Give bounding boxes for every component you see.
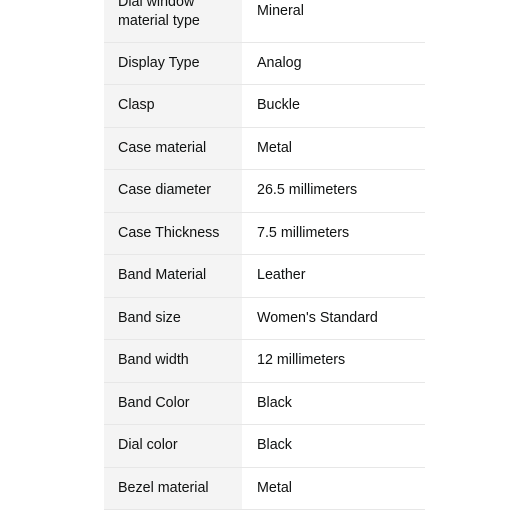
spec-value-cell: 26.5 millimeters (242, 169, 425, 213)
vertical-scrollbar-track[interactable] (429, 0, 436, 527)
spec-value-cell: Women's Standard (242, 297, 425, 340)
table-row: Case Thickness 7.5 millimeters (104, 212, 425, 255)
table-row: Band size Women's Standard (104, 297, 425, 340)
spec-value-cell: Metal (242, 467, 425, 510)
product-specification-table: Dial window material type Mineral Display … (104, 0, 425, 510)
spec-label-cell: Case material (104, 127, 242, 170)
spec-value-cell: Leather (242, 254, 425, 298)
spec-label-cell: Clasp (104, 84, 242, 128)
spec-value-cell: Buckle (242, 84, 425, 128)
spec-value-cell: Black (242, 382, 425, 425)
table-row: Clasp Buckle (104, 84, 425, 128)
table-row: Case diameter 26.5 millimeters (104, 169, 425, 213)
spec-label-cell: Band Material (104, 254, 242, 298)
spec-value-cell: 12 millimeters (242, 339, 425, 383)
spec-label-cell: Bezel material (104, 467, 242, 510)
spec-value-cell: Mineral (242, 0, 425, 43)
spec-label-cell: Band width (104, 339, 242, 383)
spec-label-cell: Case Thickness (104, 212, 242, 255)
spec-table-scroll-pane[interactable]: Dial window material type Mineral Display … (104, 0, 425, 527)
spec-label-cell: Case diameter (104, 169, 242, 213)
table-row: Display Type Analog (104, 42, 425, 85)
spec-label-cell: Dial color (104, 424, 242, 468)
spec-label-cell: Dial window material type (104, 0, 242, 43)
table-row: Band Material Leather (104, 254, 425, 298)
table-row: Band Color Black (104, 382, 425, 425)
table-row: Bezel material Metal (104, 467, 425, 510)
spec-value-cell: Metal (242, 127, 425, 170)
table-row: Dial color Black (104, 424, 425, 468)
spec-label-cell: Band size (104, 297, 242, 340)
table-row: Dial window material type Mineral (104, 0, 425, 43)
spec-label-cell: Display Type (104, 42, 242, 85)
spec-table-body: Dial window material type Mineral Display … (104, 0, 425, 510)
table-row: Band width 12 millimeters (104, 339, 425, 383)
spec-value-cell: 7.5 millimeters (242, 212, 425, 255)
page-root: Dial window material type Mineral Display … (0, 0, 527, 527)
spec-label-cell: Band Color (104, 382, 242, 425)
table-row: Case material Metal (104, 127, 425, 170)
spec-value-cell: Analog (242, 42, 425, 85)
spec-value-cell: Black (242, 424, 425, 468)
